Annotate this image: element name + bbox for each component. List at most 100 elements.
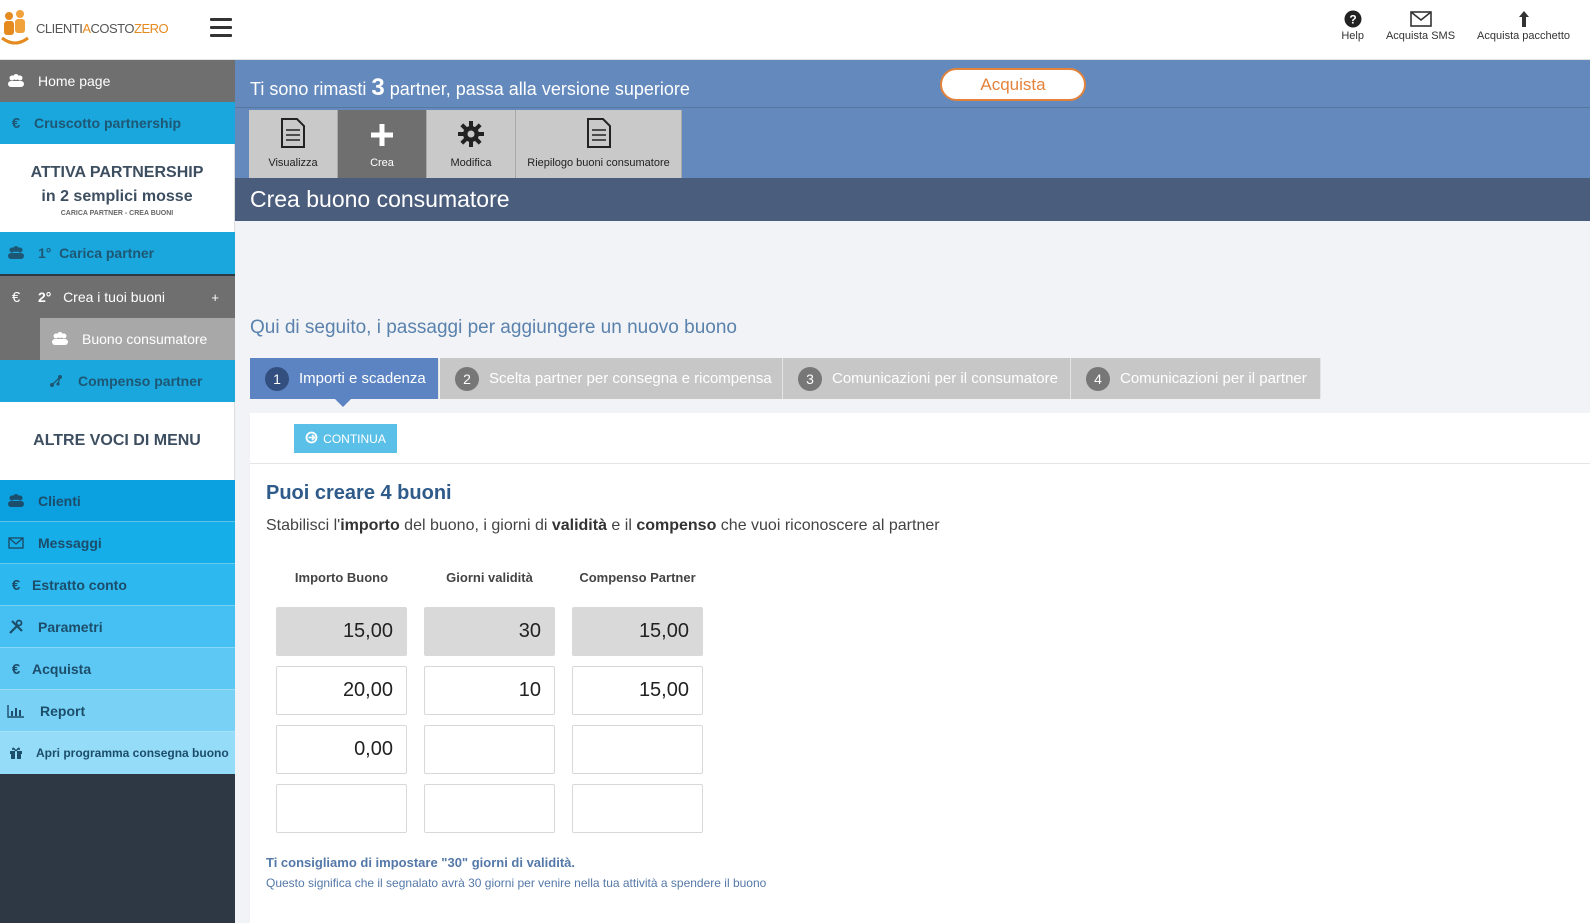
help-icon: ? xyxy=(1344,8,1362,30)
sidebar-item-label: Home page xyxy=(38,73,111,89)
compenso-field[interactable]: 15,00 xyxy=(572,666,703,715)
form-title: Puoi creare 4 buoni xyxy=(266,482,452,504)
envelope-icon xyxy=(1409,8,1432,30)
tools-icon xyxy=(2,619,30,635)
toolbar-label: Riepilogo buoni consumatore xyxy=(527,157,670,169)
sidebar-item-label: Clienti xyxy=(38,493,81,509)
partnership-title: ATTIVA PARTNERSHIP xyxy=(30,164,204,181)
sidebar-item-crea-buoni[interactable]: € 2° Crea i tuoi buoni + xyxy=(0,276,235,318)
step-label: Scelta partner per consegna e ricompensa xyxy=(489,370,772,387)
column-header-compenso: Compenso Partner xyxy=(579,570,696,585)
importo-field[interactable]: 0,00 xyxy=(276,725,407,774)
sidebar-item-label: Apri programma consegna buono xyxy=(36,746,229,760)
buy-sms-button[interactable]: Acquista SMS xyxy=(1386,8,1455,42)
step-scelta-partner[interactable]: 2 Scelta partner per consegna e ricompen… xyxy=(440,358,783,399)
sidebar-item-report[interactable]: Report xyxy=(0,690,235,732)
sidebar-item-compenso-partner[interactable]: Compenso partner xyxy=(0,360,235,402)
expand-icon[interactable]: + xyxy=(211,290,219,305)
step-importi-scadenza[interactable]: 1 Importi e scadenza xyxy=(250,358,439,407)
upload-arrow-icon xyxy=(1517,8,1531,30)
partnership-subtitle: in 2 semplici mosse xyxy=(41,188,193,205)
sidebar-item-estratto-conto[interactable]: € Estratto conto xyxy=(0,564,235,606)
giorni-field: 30 xyxy=(424,607,555,656)
share-icon xyxy=(42,374,70,388)
compenso-field[interactable] xyxy=(572,725,703,774)
column-header-importo: Importo Buono xyxy=(294,570,389,585)
sidebar-item-label: Estratto conto xyxy=(32,577,127,593)
logo[interactable]: CLIENTIACOSTOZERO xyxy=(0,8,169,48)
sidebar-item-parametri[interactable]: Parametri xyxy=(0,606,235,648)
partnership-box: ATTIVA PARTNERSHIP in 2 semplici mosse C… xyxy=(0,144,235,232)
users-icon xyxy=(2,74,30,88)
sidebar-item-acquista[interactable]: € Acquista xyxy=(0,648,235,690)
compenso-field: 15,00 xyxy=(572,607,703,656)
importo-field[interactable]: 20,00 xyxy=(276,666,407,715)
gift-icon xyxy=(2,746,30,760)
sidebar-item-label: Buono consumatore xyxy=(82,331,208,347)
giorni-field[interactable] xyxy=(424,784,555,833)
document-icon xyxy=(280,118,306,151)
toolbar-label: Crea xyxy=(370,157,394,169)
euro-icon: € xyxy=(11,576,21,594)
giorni-field[interactable] xyxy=(424,725,555,774)
sidebar-item-label: 2° Crea i tuoi buoni xyxy=(38,289,166,305)
users-icon xyxy=(2,246,30,260)
users-icon xyxy=(46,332,74,346)
other-menu-title: ALTRE VOCI DI MENU xyxy=(33,432,201,449)
envelope-icon xyxy=(2,537,30,549)
users-icon xyxy=(2,494,30,508)
plus-icon xyxy=(369,122,395,151)
giorni-field[interactable]: 10 xyxy=(424,666,555,715)
step-number: 1 xyxy=(265,366,289,391)
gear-icon xyxy=(457,120,485,151)
sidebar-item-label: Parametri xyxy=(38,619,103,635)
partnership-caption: CARICA PARTNER - CREA BUONI xyxy=(60,210,174,217)
toolbar-visualizza-button[interactable]: Visualizza xyxy=(249,110,338,178)
buy-package-button[interactable]: Acquista pacchetto xyxy=(1477,8,1570,42)
buy-button[interactable]: Acquista xyxy=(940,68,1086,101)
sidebar-item-label: Acquista xyxy=(32,661,92,677)
step-comunicazioni-consumatore[interactable]: 3 Comunicazioni per il consumatore xyxy=(783,358,1071,399)
logo-people-icon xyxy=(0,8,30,48)
validity-explanation: Questo significa che il segnalato avrà 3… xyxy=(266,876,767,890)
buy-sms-label: Acquista SMS xyxy=(1385,30,1456,42)
sidebar-item-clienti[interactable]: Clienti xyxy=(0,480,235,522)
step-comunicazioni-partner[interactable]: 4 Comunicazioni per il partner xyxy=(1071,358,1321,399)
sidebar-item-label: 1° Carica partner xyxy=(38,245,155,261)
buy-package-label: Acquista pacchetto xyxy=(1477,30,1570,42)
sidebar-item-messaggi[interactable]: Messaggi xyxy=(0,522,235,564)
toolbar-riepilogo-button[interactable]: Riepilogo buoni consumatore xyxy=(516,110,682,178)
toolbar-modifica-button[interactable]: Modifica xyxy=(427,110,516,178)
sidebar-item-carica-partner[interactable]: 1° Carica partner xyxy=(0,232,235,274)
step-number: 3 xyxy=(798,366,822,391)
toolbar-crea-button[interactable]: Crea xyxy=(338,110,427,178)
sidebar-item-cruscotto[interactable]: € Cruscotto partnership xyxy=(0,102,235,144)
validity-hint: Ti consigliamo di impostare "30" giorni … xyxy=(266,855,575,870)
sidebar-item-label: Cruscotto partnership xyxy=(34,115,182,131)
step-label: Importi e scadenza xyxy=(299,370,426,387)
sidebar-item-apri-programma[interactable]: Apri programma consegna buono xyxy=(0,732,235,774)
svg-text:?: ? xyxy=(1349,13,1356,27)
euro-icon: € xyxy=(11,660,21,678)
column-header-giorni: Giorni validità xyxy=(446,570,533,585)
action-toolbar: Visualizza Crea Modifica Riepilogo buoni… xyxy=(235,108,1590,178)
toolbar-label: Modifica xyxy=(450,157,492,169)
importo-field[interactable] xyxy=(276,784,407,833)
compenso-field[interactable] xyxy=(572,784,703,833)
euro-icon: € xyxy=(11,114,21,132)
sidebar-item-label: Report xyxy=(40,703,86,719)
sidebar-item-buono-consumatore[interactable]: Buono consumatore xyxy=(0,318,235,360)
document-icon xyxy=(586,118,612,151)
help-button[interactable]: ? Help xyxy=(1341,8,1364,42)
sidebar-item-label: Compenso partner xyxy=(78,373,203,389)
form-panel: CONTINUA Puoi creare 4 buoni Stabilisci … xyxy=(250,413,1590,923)
importo-field: 15,00 xyxy=(276,607,407,656)
arrow-circle-icon xyxy=(305,431,318,447)
page-title: Crea buono consumatore xyxy=(250,186,510,212)
sidebar-item-home[interactable]: Home page xyxy=(0,60,235,102)
top-header: CLIENTIACOSTOZERO ? Help Acquista SMS Ac… xyxy=(0,0,1590,60)
menu-toggle-icon[interactable] xyxy=(210,18,232,40)
step-label: Comunicazioni per il partner xyxy=(1120,370,1307,387)
step-number: 4 xyxy=(1086,366,1110,391)
continue-button[interactable]: CONTINUA xyxy=(294,424,397,453)
